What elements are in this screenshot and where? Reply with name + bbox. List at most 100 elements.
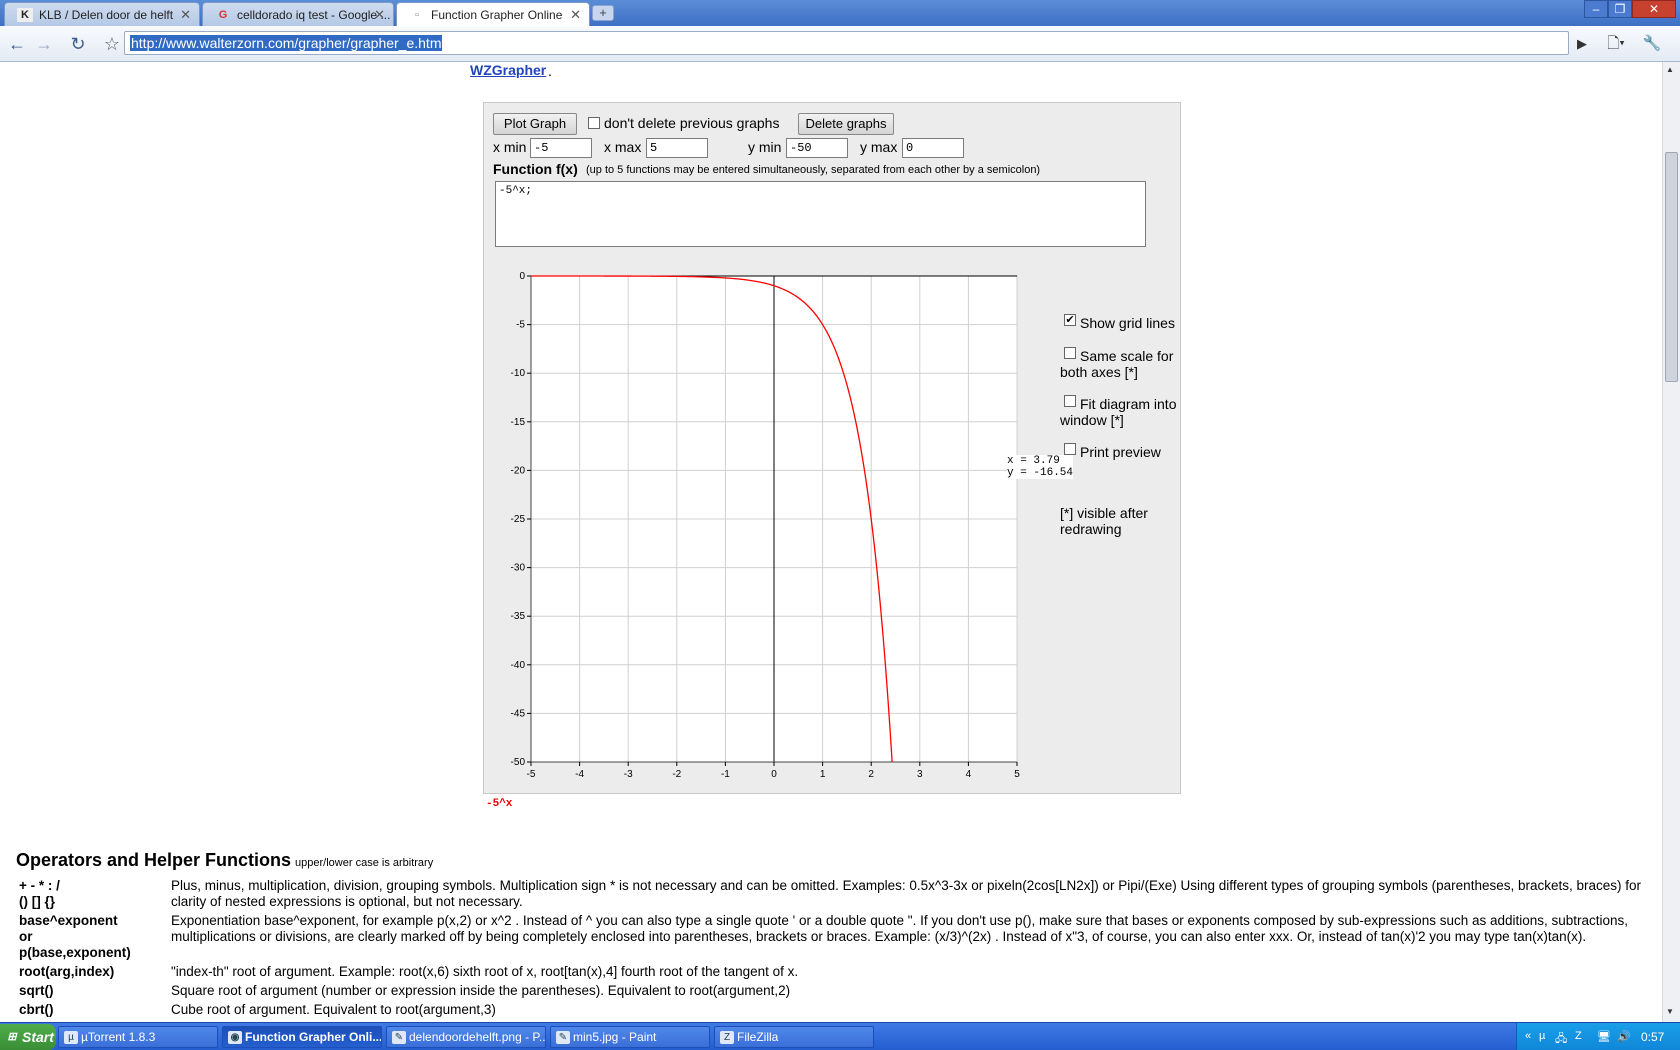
tray-expand-icon[interactable]: « — [1525, 1030, 1531, 1042]
operator-row: cbrt() Cube root of argument. Equivalent … — [16, 1001, 1646, 1020]
windows-flag-icon: ⊞ — [7, 1031, 17, 1043]
tab-title: celldorado iq test - Google ... — [237, 8, 391, 22]
x-tick-label: -2 — [672, 769, 681, 780]
chrome-icon: ◉ — [228, 1031, 242, 1044]
operator-row: sqrt() Square root of argument (number or… — [16, 982, 1646, 1001]
fit-window-label-2: window [*] — [1060, 412, 1124, 428]
go-icon[interactable]: ▶ — [1570, 32, 1594, 56]
operator-description: Cube root of argument. Equivalent to roo… — [171, 1002, 496, 1017]
function-label: Function f(x) — [493, 161, 578, 177]
tab-celldorado[interactable]: G celldorado iq test - Google ... ✕ — [202, 2, 394, 26]
scrollbar-thumb[interactable] — [1665, 152, 1678, 382]
network-tray-icon[interactable]: 🖧 — [1555, 1030, 1567, 1049]
utorrent-tray-icon[interactable]: µ — [1539, 1030, 1545, 1042]
readout-x: x = 3.79 — [1007, 455, 1060, 467]
tab-close-icon[interactable]: ✕ — [570, 7, 581, 23]
close-window-icon[interactable]: ✕ — [1632, 0, 1676, 18]
taskbar-item[interactable]: Z FileZilla — [714, 1026, 874, 1048]
vertical-scrollbar[interactable]: ▲ ▼ — [1662, 62, 1680, 1022]
taskbar-item-label: delendoordehelft.png - P... — [409, 1030, 546, 1044]
show-grid-label: Show grid lines — [1080, 315, 1175, 331]
tab-function-grapher[interactable]: ▫ Function Grapher Online ✕ — [396, 2, 590, 27]
paint-icon: ✎ — [392, 1031, 406, 1044]
show-grid-checkbox[interactable]: ✔ — [1064, 314, 1076, 326]
wrench-menu-icon[interactable]: 🔧▾ — [1640, 32, 1664, 76]
plot-graph-button[interactable]: Plot Graph — [493, 113, 577, 135]
volume-icon[interactable]: 🔊 — [1617, 1030, 1631, 1043]
x-tick-label: 2 — [868, 769, 874, 780]
start-label: Start — [22, 1029, 54, 1045]
x-tick-label: 3 — [917, 769, 923, 780]
function-legend: -5^x — [486, 798, 513, 810]
bookmark-star-icon[interactable]: ☆ — [100, 32, 124, 56]
y-tick-label: -25 — [511, 514, 526, 525]
start-button[interactable]: ⊞ Start — [0, 1024, 56, 1050]
keep-graphs-checkbox[interactable] — [588, 117, 600, 129]
address-bar[interactable]: http://www.walterzorn.com/grapher/graphe… — [124, 31, 1569, 55]
new-tab-button[interactable]: + — [592, 5, 614, 21]
y-tick-label: -20 — [511, 465, 526, 476]
system-tray: « µ 🖧 Z 🖥 🔊 0:57 — [1516, 1023, 1680, 1050]
y-tick-label: -30 — [511, 563, 526, 574]
redraw-note-2: redrawing — [1060, 521, 1122, 537]
xmin-label: x min — [493, 139, 527, 155]
y-tick-label: -15 — [511, 417, 526, 428]
function-textarea[interactable]: -5^x; — [495, 181, 1146, 247]
page-icon: ▫ — [415, 9, 419, 21]
browser-tab-strip: K KLB / Delen door de helft ✕ G celldora… — [0, 0, 1680, 27]
taskbar-item[interactable]: ✎ delendoordehelft.png - P... — [386, 1026, 546, 1048]
tab-title: KLB / Delen door de helft — [39, 8, 174, 22]
operator-key: sqrt() — [19, 983, 54, 998]
ymax-input[interactable]: 0 — [902, 138, 964, 158]
xmin-input[interactable]: -5 — [530, 138, 592, 158]
reload-icon[interactable]: ↻ — [66, 32, 90, 56]
filezilla-tray-icon[interactable]: Z — [1575, 1030, 1582, 1042]
tab-close-icon[interactable]: ✕ — [374, 7, 385, 23]
print-preview-checkbox[interactable] — [1064, 443, 1076, 455]
page-menu-icon[interactable]: 🗋▾ — [1604, 32, 1628, 56]
google-favicon-icon: G — [218, 9, 228, 21]
taskbar-item-label: µTorrent 1.8.3 — [81, 1030, 156, 1044]
operator-key: base^exponent or p(base,exponent) — [19, 913, 131, 960]
ymin-input[interactable]: -50 — [786, 138, 848, 158]
tab-close-icon[interactable]: ✕ — [180, 7, 191, 23]
xmax-input[interactable]: 5 — [646, 138, 708, 158]
taskbar-item[interactable]: ◉ Function Grapher Onli... — [222, 1026, 382, 1048]
back-icon[interactable]: ← — [5, 32, 29, 56]
paint-icon: ✎ — [556, 1031, 570, 1044]
tab-title: Function Grapher Online — [431, 8, 563, 22]
scroll-up-icon[interactable]: ▲ — [1666, 65, 1674, 74]
grapher-panel: Plot Graph don't delete previous graphs … — [483, 102, 1181, 794]
x-tick-label: 5 — [1014, 769, 1020, 780]
taskbar-item[interactable]: µ µTorrent 1.8.3 — [58, 1026, 218, 1048]
y-tick-label: -10 — [511, 368, 526, 379]
wzgrapher-link[interactable]: WZGrapher — [470, 62, 546, 78]
url-text: http://www.walterzorn.com/grapher/graphe… — [130, 35, 443, 51]
restore-icon[interactable]: ❐ — [1608, 0, 1632, 18]
monitor-tray-icon[interactable]: 🖥 — [1597, 1030, 1611, 1043]
taskbar-item[interactable]: ✎ min5.jpg - Paint — [550, 1026, 710, 1048]
y-tick-label: -45 — [511, 708, 526, 719]
operator-row: root(arg,index) "index-th" root of argume… — [16, 963, 1646, 982]
y-tick-label: -5 — [516, 320, 525, 331]
operator-description: Square root of argument (number or expre… — [171, 983, 791, 998]
operator-key: cbrt() — [19, 1002, 54, 1017]
taskbar-item-label: Function Grapher Onli... — [245, 1030, 382, 1044]
operator-key: + - * : / () [] {} — [19, 878, 60, 909]
operator-description: Plus, minus, multiplication, division, g… — [171, 878, 1642, 909]
tab-klb[interactable]: K KLB / Delen door de helft ✕ — [4, 2, 200, 26]
keep-graphs-label: don't delete previous graphs — [604, 115, 780, 131]
redraw-note: [*] visible after — [1060, 505, 1148, 521]
same-scale-label-2: both axes [*] — [1060, 364, 1138, 380]
y-tick-label: 0 — [519, 271, 525, 282]
scroll-down-icon[interactable]: ▼ — [1666, 1007, 1674, 1016]
delete-graphs-button[interactable]: Delete graphs — [798, 113, 894, 135]
forward-icon[interactable]: → — [32, 32, 56, 56]
operator-key: root(arg,index) — [19, 964, 115, 979]
clock: 0:57 — [1641, 1030, 1665, 1044]
minimize-icon[interactable]: – — [1584, 0, 1608, 18]
same-scale-checkbox[interactable] — [1064, 347, 1076, 359]
fit-window-checkbox[interactable] — [1064, 395, 1076, 407]
x-tick-label: -1 — [721, 769, 730, 780]
taskbar-item-label: FileZilla — [737, 1030, 779, 1044]
